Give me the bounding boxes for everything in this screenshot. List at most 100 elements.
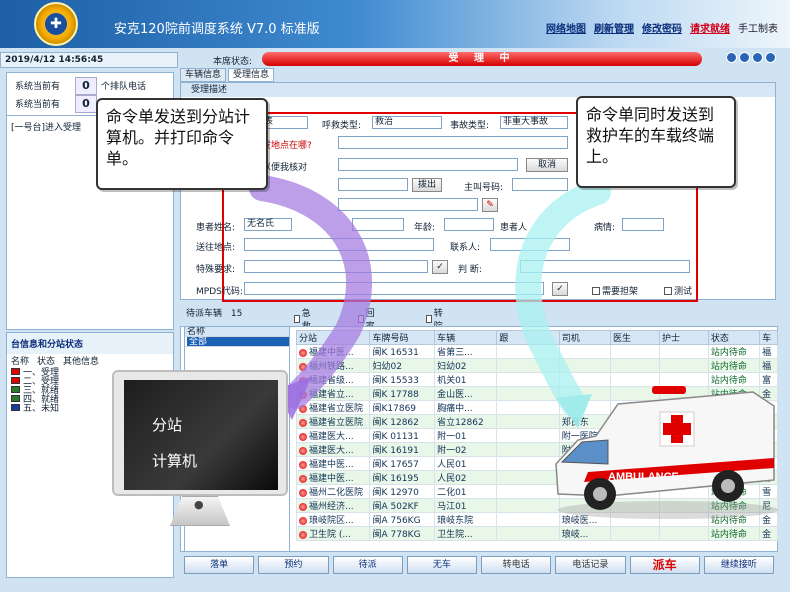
computer-label-2: 计算机 [152,452,198,470]
incident-type-select[interactable]: 救治 [372,116,442,129]
status-dot-icon [299,488,307,497]
no-vehicle-button[interactable]: 无车 [406,556,477,574]
table-cell: 福建省立... [309,390,354,400]
column-header[interactable]: 状态 [707,330,761,345]
stretcher-checkbox[interactable]: 需要担架 [592,284,638,297]
reserve-button[interactable]: 预约 [258,556,329,574]
status-swatch [11,395,20,402]
condition-select[interactable] [622,218,664,231]
table-cell: 琅岐东院 [437,516,474,526]
edit-icon[interactable]: ✎ [482,198,498,212]
table-cell: 站内待命 [710,362,747,372]
gender-select[interactable] [352,218,404,231]
tab-vehicle-info[interactable]: 车辆信息 [180,68,227,82]
column-header[interactable]: 分站 [295,330,371,345]
address-question: 发地点在哪? [262,141,312,151]
app-title: 安克120院前调度系统 V7.0 标准版 [114,22,320,37]
caller-input[interactable] [512,178,568,191]
nav-network-map[interactable]: 网络地图 [546,20,586,35]
status-swatch [11,404,20,411]
table-cell: 福建省级... [309,376,354,386]
table-cell: 闽K 12862 [372,418,419,428]
drop-order-button[interactable]: 落单 [184,556,255,574]
column-header[interactable]: 跟 [496,330,560,345]
transfer-call-button[interactable]: 转电话 [481,556,552,574]
caller-label: 主叫号码: [464,183,504,193]
column-header[interactable]: 车牌号码 [369,330,436,345]
nav-manual-table[interactable]: 手工制表 [738,20,778,35]
verify-input[interactable] [338,158,518,171]
destination-input[interactable] [244,238,434,251]
table-cell: 琅岐... [561,530,589,540]
contact-input[interactable] [490,238,570,251]
patient-name-input[interactable]: 无名氏 [244,218,292,231]
table-cell: 金 [762,530,772,540]
mpds-input[interactable] [244,282,544,295]
table-cell: 福 [762,348,772,358]
nav-refresh[interactable]: 刷新管理 [594,20,634,35]
table-cell: 金山医... [437,390,473,400]
dial-button[interactable]: 拨出 [412,178,442,192]
table-cell: 福建医大... [309,446,354,456]
status-dot-icon [299,516,307,525]
cancel-button[interactable]: 取消 [526,158,568,172]
continue-answer-button[interactable]: 继续接听 [703,556,774,574]
pick-icon[interactable]: ✓ [432,260,448,274]
column-header[interactable]: 医生 [609,330,660,345]
minimize-icon[interactable] [726,52,737,63]
table-cell: 闽K 12970 [372,488,419,498]
status-swatch [11,368,20,375]
judgement-label: 判 断: [458,265,482,275]
status-dot-icon [299,390,307,399]
computer-label-1: 分站 [152,416,183,434]
hospital-item[interactable]: 全部 [187,337,289,346]
system-count: 0 [75,95,97,113]
dispatch-button[interactable]: 派车 [629,556,700,574]
table-cell: 福州经济... [309,502,354,512]
table-cell: 机关01 [437,376,467,386]
table-row[interactable]: 卫生院 (... 闽A 778KG 卫生院... 琅岐... 站内待命 金 [295,526,778,541]
address-input[interactable] [338,136,568,149]
table-row[interactable]: 福州铁路... 妇幼02 妇幼02 站内待命 福 [295,358,778,373]
system-row: 系统当前有 0 [15,95,97,113]
test-checkbox[interactable]: 测试 [664,284,692,297]
datetime-display: 2019/4/12 14:56:45 [0,52,178,68]
condition-label: 病情: [594,223,616,233]
table-cell: 二化01 [437,488,467,498]
column-header[interactable]: 车 [759,330,778,345]
app-logo-icon: ✚ [34,2,78,46]
queue-row: 系统当前有 0 个排队电话 [15,77,146,95]
table-row[interactable]: 福建中医... 闽K 16531 省第三... 站内待命 福 [295,344,778,359]
close-icon[interactable] [765,52,776,63]
patient-name-label: 患者姓名: [196,223,236,233]
table-cell: 闽K 16531 [372,348,419,358]
event-type-select[interactable]: 非重大事故 [500,116,568,129]
column-header[interactable]: 司机 [558,330,611,345]
table-cell: 马江01 [437,502,467,512]
event-type-label: 事故类型: [450,121,490,131]
maximize-icon[interactable] [739,52,750,63]
status-swatch [11,386,20,393]
pending-dispatch-button[interactable]: 待派 [332,556,403,574]
column-header[interactable]: 护士 [658,330,709,345]
mpds-label: MPDS代码: [196,287,243,297]
tab-case-info[interactable]: 受理信息 [228,68,275,82]
judgement-input[interactable] [520,260,690,273]
phone-input[interactable] [338,178,408,191]
mpds-pick-icon[interactable]: ✓ [552,282,568,296]
nav-request-ready[interactable]: 请求就绪 [690,20,730,35]
column-header[interactable]: 车辆 [434,330,498,345]
destination-label: 送往地点: [196,243,236,253]
special-request-input[interactable] [244,260,428,273]
title-bar: ✚ 安克120院前调度系统 V7.0 标准版 网络地图 刷新管理 修改密码 请求… [0,0,790,48]
table-cell: 卫生院... [437,530,473,540]
table-cell: 福建中医... [309,348,354,358]
nav-change-password[interactable]: 修改密码 [642,20,682,35]
seat-status-label: 本席状态: [213,57,253,67]
call-log-button[interactable]: 电话记录 [555,556,626,574]
age-select[interactable] [444,218,494,231]
status-dot-icon [299,418,307,427]
extra-input[interactable] [338,198,478,211]
table-cell: 人民01 [437,460,467,470]
restore-icon[interactable] [752,52,763,63]
